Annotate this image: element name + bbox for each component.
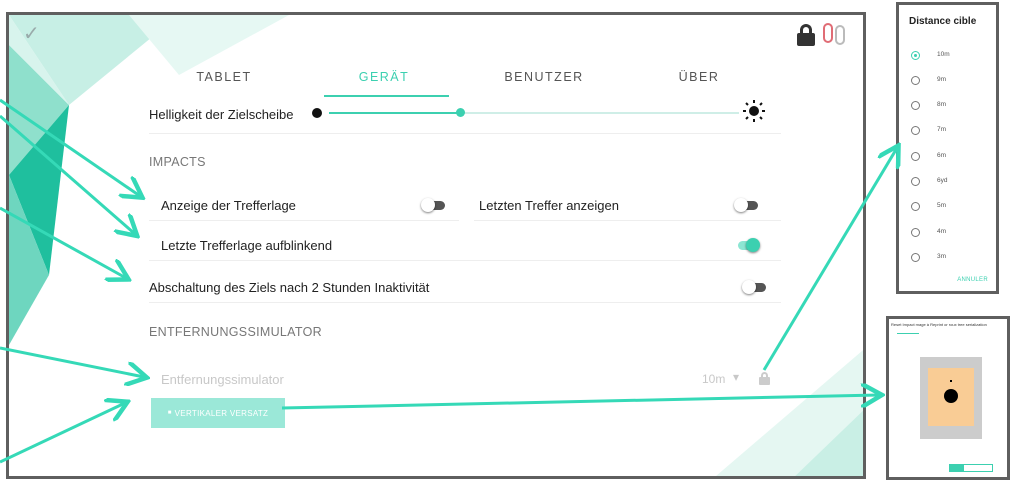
divider [149, 220, 459, 221]
vertical-offset-button[interactable]: ■ VERTIKALER VERSATZ [151, 398, 285, 428]
thermometer-icon [821, 23, 849, 47]
auto-shutdown-toggle[interactable] [742, 280, 768, 294]
radio-icon [911, 253, 920, 262]
radio-icon [911, 76, 920, 85]
radio-icon [911, 126, 920, 135]
target-face [928, 368, 974, 426]
distance-dialog: Distance cible 10m 9m 8m 7m 6m 6yd 5m 4m… [896, 2, 999, 294]
impact-position-toggle[interactable] [421, 198, 447, 212]
last-hit-toggle[interactable] [734, 198, 760, 212]
radio-icon [911, 152, 920, 161]
brightness-low-icon [312, 108, 322, 118]
sun-icon [743, 100, 765, 122]
vertical-offset-label: VERTIKALER VERSATZ [174, 408, 269, 418]
dialog-tab-indicator [897, 333, 919, 334]
divider [149, 302, 781, 303]
active-tab-indicator [324, 95, 449, 97]
simulator-section-title: ENTFERNUNGSSIMULATOR [149, 325, 322, 339]
brightness-slider-fill [329, 112, 460, 114]
tablet-settings-screen: ✓ TABLET GERÄT BENUTZER ÜBER Helligkeit … [6, 12, 866, 479]
divider [149, 133, 781, 134]
status-icons [797, 23, 849, 47]
distance-value[interactable]: 10m [702, 372, 725, 386]
auto-shutdown-label: Abschaltung des Ziels nach 2 Stunden Ina… [149, 280, 430, 295]
dialog-buttons[interactable] [949, 464, 993, 472]
target-preview [920, 357, 982, 439]
radio-icon [911, 228, 920, 237]
lock-icon [759, 372, 770, 385]
cursor-icon: ■ [167, 410, 172, 416]
last-hit-label: Letzten Treffer anzeigen [479, 198, 619, 213]
distance-option[interactable]: 10m [911, 49, 991, 63]
radio-selected-icon [911, 51, 920, 60]
divider [149, 260, 781, 261]
impact-position-label: Anzeige der Trefferlage [161, 198, 296, 213]
radio-icon [911, 101, 920, 110]
distance-option[interactable]: 6m [911, 150, 991, 164]
confirm-button[interactable] [950, 465, 964, 471]
radio-icon [911, 202, 920, 211]
impacts-section-title: IMPACTS [149, 155, 206, 169]
distance-dialog-title: Distance cible [909, 16, 977, 27]
lock-icon[interactable] [797, 24, 815, 46]
vertical-offset-dialog: Reset Impact mage à Reprint or roux tree… [886, 316, 1010, 480]
blink-impact-toggle[interactable] [734, 238, 760, 252]
tab-bar: TABLET GERÄT BENUTZER ÜBER [139, 70, 759, 100]
radio-icon [911, 177, 920, 186]
offset-marker [950, 380, 952, 382]
distance-option[interactable]: 6yd [911, 175, 991, 189]
distance-simulator-label: Entfernungssimulator [161, 372, 284, 387]
brightness-slider-thumb[interactable] [456, 108, 465, 117]
distance-option[interactable]: 7m [911, 124, 991, 138]
tab-benutzer[interactable]: BENUTZER [469, 70, 619, 92]
distance-option[interactable]: 8m [911, 99, 991, 113]
distance-option[interactable]: 3m [911, 251, 991, 265]
check-icon[interactable]: ✓ [23, 21, 40, 46]
brightness-label: Helligkeit der Zielscheibe [149, 107, 294, 122]
blink-impact-label: Letzte Trefferlage aufblinkend [161, 238, 333, 253]
tab-ueber[interactable]: ÜBER [624, 70, 774, 92]
distance-option[interactable]: 5m [911, 200, 991, 214]
vertical-offset-dialog-header: Reset Impact mage à Reprint or roux tree… [891, 322, 987, 327]
target-center-dot[interactable] [944, 389, 958, 403]
cancel-button[interactable]: ANNULER [957, 277, 988, 283]
dropdown-icon[interactable]: ▾ [733, 370, 739, 384]
tab-tablet[interactable]: TABLET [149, 70, 299, 92]
divider [474, 220, 781, 221]
distance-option[interactable]: 9m [911, 74, 991, 88]
distance-option[interactable]: 4m [911, 226, 991, 240]
tab-geraet[interactable]: GERÄT [309, 70, 459, 92]
